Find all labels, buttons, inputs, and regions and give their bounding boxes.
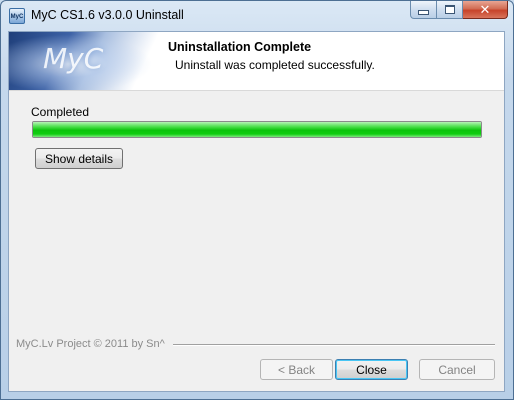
close-window-button[interactable]: ✕ bbox=[463, 1, 508, 19]
banner-logo: MyC bbox=[9, 32, 159, 90]
maximize-button[interactable] bbox=[437, 1, 463, 19]
branding-text: MyC.Lv Project © 2011 by Sn^ bbox=[16, 338, 165, 350]
uninstall-window: MyC MyC CS1.6 v3.0.0 Uninstall ✕ MyC Uni… bbox=[0, 0, 514, 400]
page-title: Uninstallation Complete bbox=[168, 40, 312, 54]
maximize-icon bbox=[444, 5, 455, 14]
window-controls: ✕ bbox=[410, 1, 508, 20]
page-subtitle: Uninstall was completed successfully. bbox=[175, 58, 375, 72]
close-button[interactable]: Close bbox=[335, 359, 408, 380]
footer-separator bbox=[173, 344, 495, 346]
dialog-client-area: MyC Uninstallation Complete Uninstall wa… bbox=[8, 31, 505, 392]
show-details-button[interactable]: Show details bbox=[35, 148, 123, 169]
minimize-button[interactable] bbox=[410, 1, 437, 19]
close-icon: ✕ bbox=[479, 1, 491, 17]
back-button[interactable]: < Back bbox=[260, 359, 333, 380]
title-bar[interactable]: MyC MyC CS1.6 v3.0.0 Uninstall ✕ bbox=[1, 1, 513, 31]
progress-bar-fill bbox=[33, 122, 481, 137]
minimize-icon bbox=[418, 10, 429, 15]
status-label: Completed bbox=[31, 105, 90, 119]
cancel-button[interactable]: Cancel bbox=[419, 359, 495, 380]
header-panel: MyC Uninstallation Complete Uninstall wa… bbox=[9, 32, 504, 91]
banner-logo-text: MyC bbox=[43, 42, 104, 75]
progress-bar bbox=[32, 121, 482, 138]
window-title: MyC CS1.6 v3.0.0 Uninstall bbox=[31, 8, 184, 22]
app-icon[interactable]: MyC bbox=[9, 8, 25, 24]
